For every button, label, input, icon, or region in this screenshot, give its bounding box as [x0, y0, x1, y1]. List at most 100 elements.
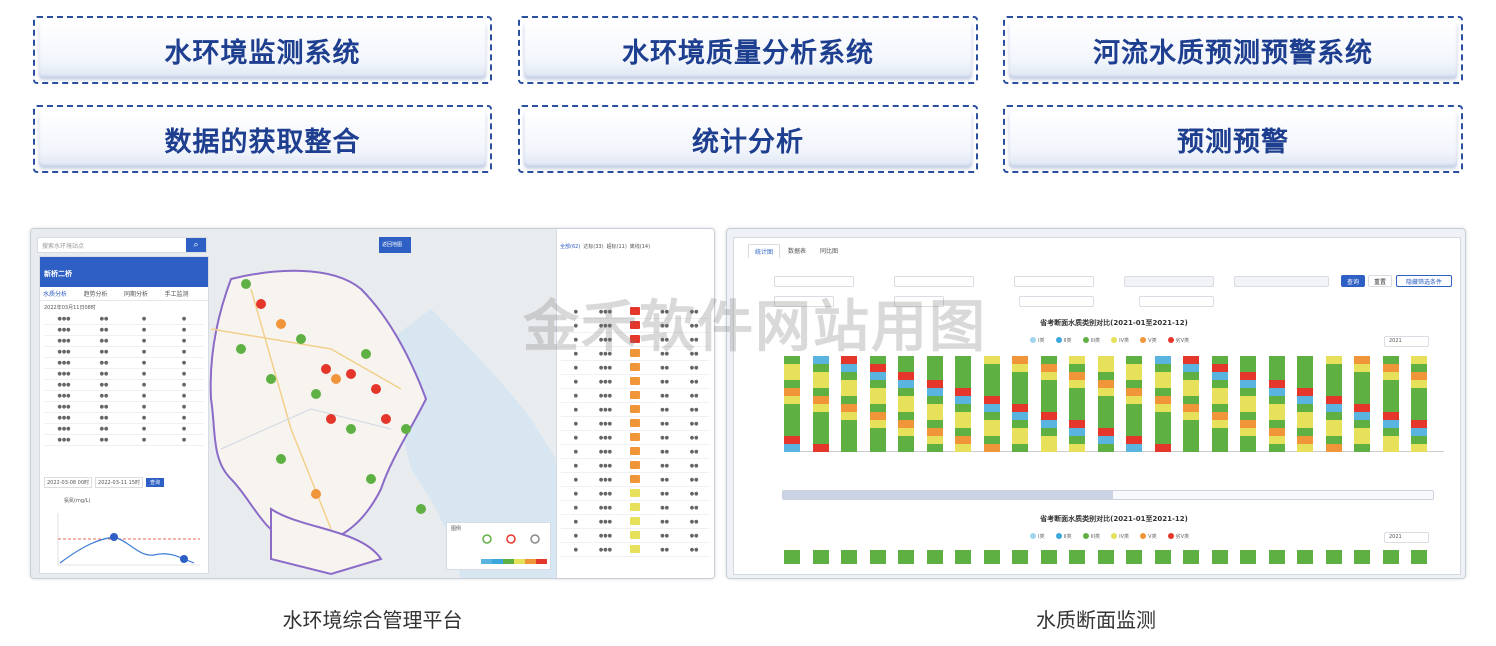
search-input[interactable]: 搜索水环境站点	[42, 241, 84, 250]
chart-segment	[869, 420, 886, 428]
chart-column	[1382, 550, 1399, 564]
chart-segment	[1211, 388, 1228, 396]
chart-segment	[1382, 380, 1399, 388]
date-range: 2022-03-08 00时 2022-03-11 15时 查询	[44, 475, 206, 489]
chart-segment	[1268, 412, 1285, 420]
chart-segment	[1069, 356, 1085, 364]
date-input[interactable]	[1019, 296, 1094, 307]
filter-select[interactable]	[1234, 276, 1329, 287]
filter-select[interactable]	[1124, 276, 1214, 287]
list-item[interactable]: ● ●●● ●● ●●	[561, 417, 709, 431]
chart-segment	[1211, 428, 1228, 436]
list-item[interactable]: ● ●●● ●● ●●	[561, 459, 709, 473]
chart-segment	[869, 404, 886, 412]
list-item[interactable]: ● ●●● ●● ●●	[561, 515, 709, 529]
module-label: 河流水质预测预警系统	[1093, 37, 1373, 69]
chart-segment	[1268, 404, 1285, 412]
chart-segment	[1240, 404, 1256, 412]
date-from-input[interactable]: 2022-03-08 00时	[44, 476, 93, 488]
chart-segment	[784, 420, 800, 428]
caption-platform: 水环境综合管理平台	[282, 608, 463, 632]
year-select-2[interactable]: 2021	[1384, 532, 1429, 543]
toggle-filter-button[interactable]: 隐藏筛选条件	[1396, 275, 1452, 287]
module-card-river-forecast[interactable]: 河流水质预测预警系统	[1003, 16, 1463, 84]
chart-segment	[983, 396, 1000, 404]
list-item[interactable]: ● ●●● ●● ●●	[561, 473, 709, 487]
chart-segment	[955, 396, 971, 404]
tab-manual[interactable]: 手工监测	[165, 289, 206, 298]
search-icon[interactable]: ⌕	[186, 238, 206, 252]
module-label: 数据的获取整合	[164, 126, 361, 158]
chart-segment	[983, 436, 1000, 444]
chart-segment	[926, 372, 943, 380]
list-item[interactable]: ● ●●● ●● ●●	[561, 487, 709, 501]
tab-yoy[interactable]: 同比图	[814, 244, 844, 258]
zoom-slider[interactable]	[782, 490, 1434, 500]
tab-table[interactable]: 数据表	[782, 244, 812, 258]
chart-segment	[1126, 412, 1142, 420]
legend-item: V类	[1140, 337, 1157, 344]
chart-segment	[1354, 356, 1370, 364]
tab-exceed[interactable]: 超标(11)	[607, 243, 627, 250]
slider-handle[interactable]	[783, 491, 1113, 499]
date-input[interactable]	[1139, 296, 1214, 307]
chart-column	[1069, 356, 1085, 452]
chart-column	[1354, 356, 1370, 452]
chart-segment	[869, 364, 886, 372]
list-item[interactable]: ● ●●● ●● ●●	[561, 501, 709, 515]
chart-segment	[1069, 420, 1085, 428]
section-monitoring-screenshot: 统计图 数据表 同比图 查询 重置 隐藏筛选条件 省考断面水质类别对比(2021…	[726, 228, 1466, 579]
module-card-quality-analysis[interactable]: 水环境质量分析系统	[518, 16, 978, 84]
year-select[interactable]: 2021	[1384, 336, 1429, 347]
list-item[interactable]: ● ●●● ●● ●●	[561, 543, 709, 557]
chart-segment	[1069, 444, 1085, 452]
chart-segment	[1154, 388, 1171, 396]
list-item[interactable]: ● ●●● ●● ●●	[561, 445, 709, 459]
chart-segment	[1154, 396, 1171, 404]
list-item[interactable]: ● ●●● ●● ●●	[561, 529, 709, 543]
legend-item: IV类	[1111, 337, 1129, 344]
module-card-statistics[interactable]: 统计分析	[518, 105, 978, 173]
tab-trend[interactable]: 趋势分析	[84, 289, 125, 298]
chart-segment	[1240, 396, 1256, 404]
chart-column	[1183, 356, 1199, 452]
tab-quality[interactable]: 水质分析	[43, 289, 84, 298]
chart-segment	[1354, 436, 1370, 444]
tab-ok[interactable]: 达标(33)	[583, 243, 603, 250]
map-search-box[interactable]: 搜索水环境站点 ⌕	[37, 237, 207, 253]
station-panel: 新桥二桥 水质分析 趋势分析 同期分析 手工监测 2022年03月11日08时 …	[39, 256, 209, 574]
reset-button[interactable]: 重置	[1368, 275, 1392, 287]
chart-segment	[1097, 444, 1114, 452]
chart-segment	[1183, 380, 1199, 388]
chart-segment	[841, 364, 857, 372]
list-item[interactable]: ● ●●● ●● ●●	[561, 403, 709, 417]
tab-offline[interactable]: 离线(14)	[630, 243, 650, 250]
tab-period[interactable]: 同期分析	[124, 289, 165, 298]
tab-chart[interactable]: 统计图	[748, 244, 781, 258]
chart-segment	[1240, 420, 1256, 428]
list-item[interactable]: ● ●●● ●● ●●	[561, 375, 709, 389]
legend-item: III类	[1082, 337, 1100, 344]
chart-segment	[1325, 428, 1342, 436]
list-item[interactable]: ● ●●● ●● ●●	[561, 431, 709, 445]
filter-select[interactable]	[1014, 276, 1094, 287]
list-item[interactable]: ● ●●● ●● ●●	[561, 389, 709, 403]
chart-segment	[1268, 372, 1285, 380]
chart-segment	[1097, 380, 1114, 388]
query-button[interactable]: 查询	[146, 477, 165, 487]
date-to-input[interactable]: 2022-03-11 15时	[95, 476, 144, 488]
chart-segment	[784, 436, 800, 444]
table-row: ●●● ●● ● ●	[44, 347, 204, 358]
chart-segment	[841, 444, 857, 452]
chart-segment	[841, 412, 857, 420]
back-to-map-button[interactable]: 返回地图	[379, 237, 411, 253]
list-item[interactable]: ● ●●● ●● ●●	[561, 361, 709, 375]
page: 水环境监测系统 水环境质量分析系统 河流水质预测预警系统 数据的获取整合 统计分…	[0, 0, 1496, 646]
tab-all[interactable]: 全部(62)	[560, 243, 580, 250]
chart-segment	[1211, 412, 1228, 420]
query-button[interactable]: 查询	[1341, 275, 1365, 287]
module-card-forecast-warning[interactable]: 预测预警	[1003, 105, 1463, 173]
chart-column	[1154, 356, 1171, 452]
module-card-water-monitoring[interactable]: 水环境监测系统	[33, 16, 492, 84]
module-card-data-integration[interactable]: 数据的获取整合	[33, 105, 492, 173]
